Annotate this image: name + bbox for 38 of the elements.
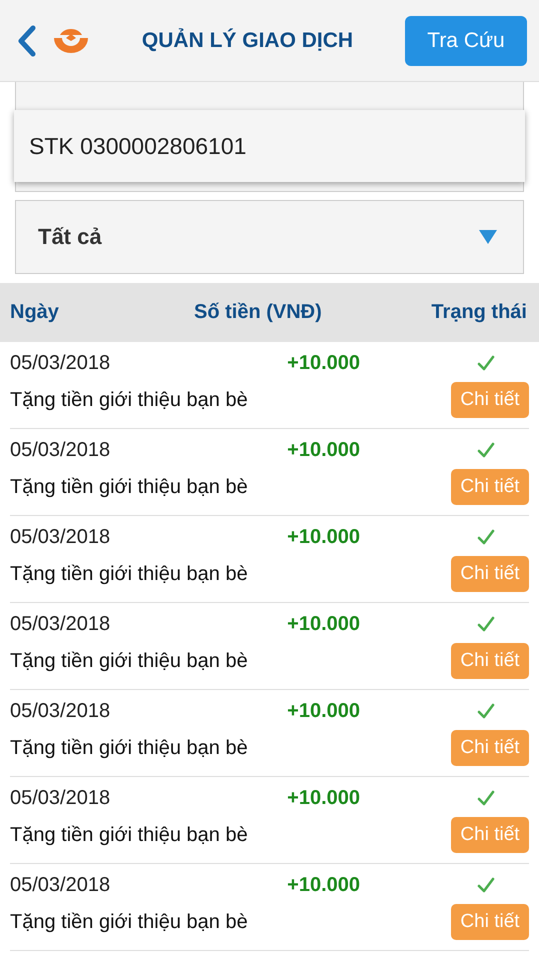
back-icon: [16, 24, 38, 56]
transaction-amount: +10.000: [286, 352, 360, 374]
transaction-description: Tặng tiền giới thiệu bạn bè: [10, 476, 248, 498]
transaction-date: 05/03/2018: [10, 352, 112, 374]
account-dropdown-menu[interactable]: STK 0300002806101: [14, 110, 525, 182]
transaction-amount: +10.000: [286, 700, 360, 722]
page-title: QUẢN LÝ GIAO DỊCH: [140, 28, 354, 52]
transaction-description: Tặng tiền giới thiệu bạn bè: [10, 824, 248, 846]
transaction-amount: +10.000: [286, 526, 360, 548]
detail-button[interactable]: Chi tiết: [451, 556, 529, 592]
transaction-date: 05/03/2018: [10, 612, 112, 636]
transaction-description: Tặng tiền giới thiệu bạn bè: [10, 650, 248, 672]
transaction-amount: +10.000: [286, 874, 360, 896]
back-button[interactable]: [16, 24, 38, 56]
search-button[interactable]: Tra Cứu: [405, 16, 527, 66]
dropdown-arrow-icon: [479, 230, 497, 244]
column-header: Ngày: [10, 301, 60, 324]
transaction-amount: +10.000: [286, 612, 360, 636]
detail-button[interactable]: Chi tiết: [451, 469, 529, 505]
detail-button[interactable]: Chi tiết: [451, 730, 529, 766]
transaction-date: 05/03/2018: [10, 526, 112, 548]
transaction-description: Tặng tiền giới thiệu bạn bè: [10, 736, 248, 760]
detail-button[interactable]: Chi tiết: [451, 817, 529, 853]
transaction-date: 05/03/2018: [10, 874, 112, 896]
detail-button[interactable]: Chi tiết: [451, 904, 529, 940]
transaction-description: Tặng tiền giới thiệu bạn bè: [10, 562, 248, 586]
transaction-amount: +10.000: [286, 786, 360, 810]
filter-dropdown[interactable]: Tất cả: [15, 200, 524, 274]
transaction-description: Tặng tiền giới thiệu bạn bè: [10, 910, 248, 934]
column-header: Trạng thái: [431, 301, 527, 324]
transaction-date: 05/03/2018: [10, 700, 112, 722]
detail-button[interactable]: Chi tiết: [451, 382, 529, 418]
transaction-date: 05/03/2018: [10, 786, 112, 810]
column-header: Số tiền (VNĐ): [194, 301, 323, 324]
transaction-date: 05/03/2018: [10, 438, 112, 462]
transaction-amount: +10.000: [286, 438, 360, 462]
transaction-description: Tặng tiền giới thiệu bạn bè: [10, 388, 248, 412]
detail-button[interactable]: Chi tiết: [451, 643, 529, 679]
